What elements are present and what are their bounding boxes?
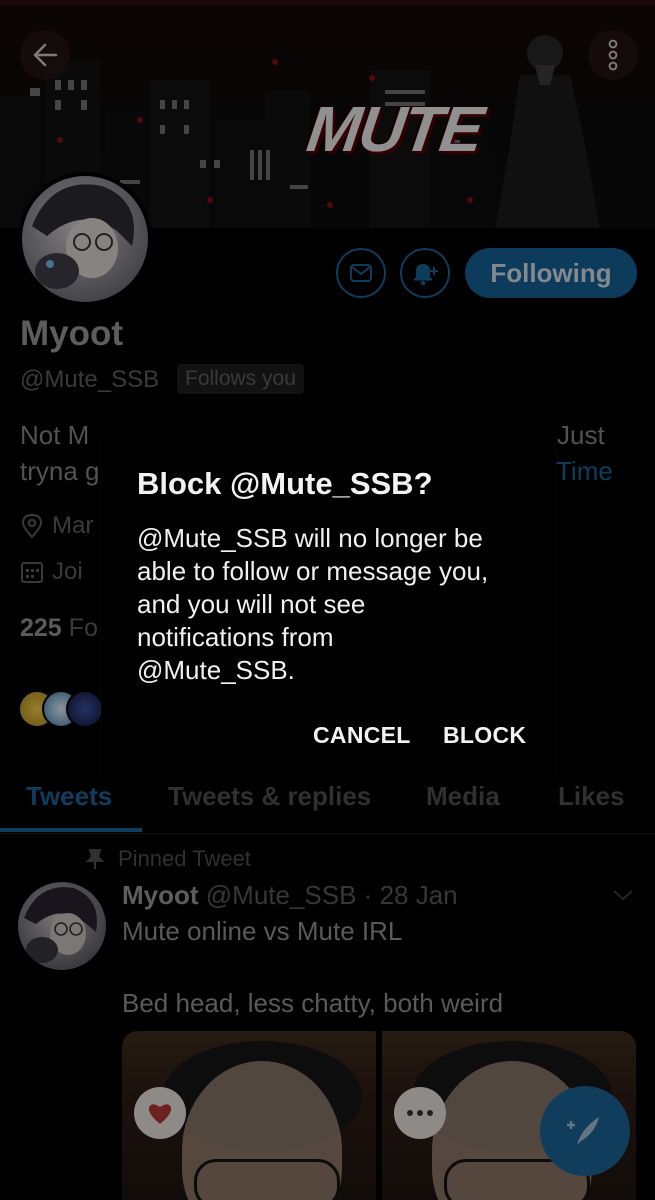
block-confirm-dialog: Block @Mute_SSB? @Mute_SSB will no longe…	[101, 438, 555, 778]
dialog-title: Block @Mute_SSB?	[137, 466, 433, 501]
cancel-button[interactable]: CANCEL	[313, 722, 411, 749]
dialog-message: @Mute_SSB will no longer be able to foll…	[137, 523, 489, 685]
block-button[interactable]: BLOCK	[443, 722, 526, 749]
